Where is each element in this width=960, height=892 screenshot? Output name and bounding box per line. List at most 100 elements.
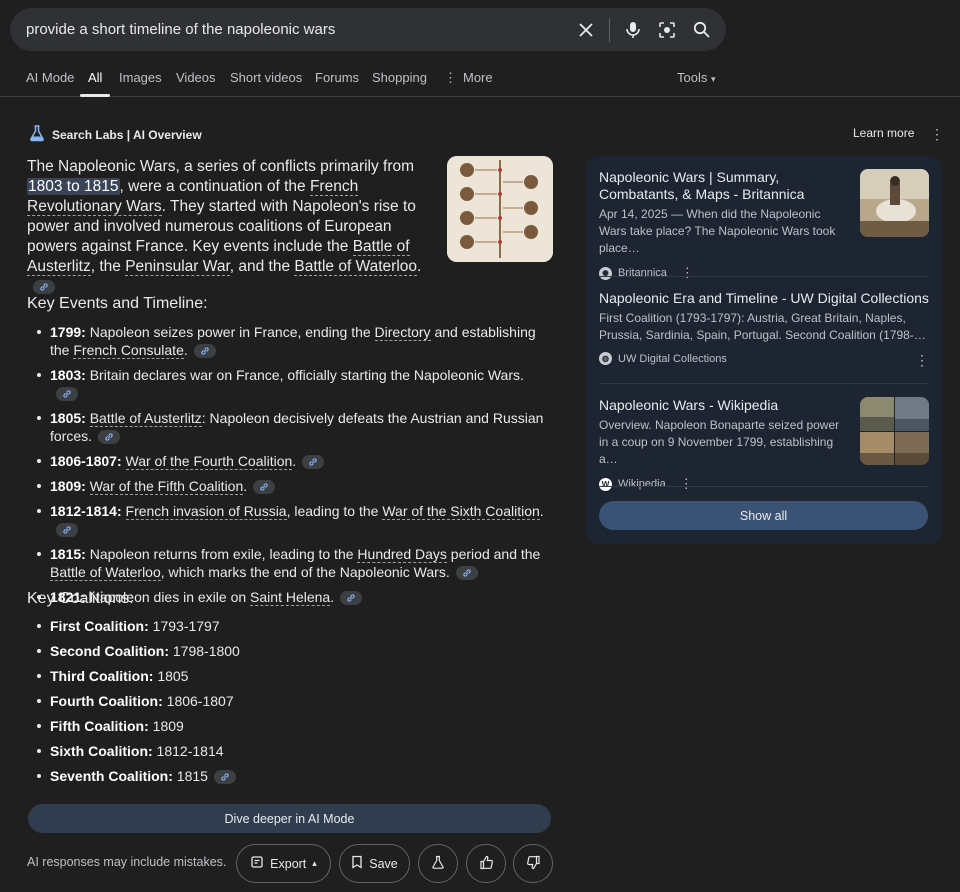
link-peninsular-war[interactable]: Peninsular War: [125, 258, 230, 276]
timeline-infographic-thumbnail[interactable]: [447, 156, 553, 262]
source-link-chip[interactable]: [253, 480, 276, 495]
link-invasion-of-russia[interactable]: French invasion of Russia: [125, 503, 287, 520]
source-card-britannica[interactable]: Napoleonic Wars | Summary, Combatants, &…: [599, 169, 849, 281]
britannica-favicon-icon: ✺: [599, 266, 612, 280]
link-icon: [40, 283, 48, 291]
coalition-years: 1815: [172, 768, 208, 784]
source-snippet: First Coalition (1793-1797): Austria, Gr…: [599, 311, 926, 342]
link-sixth-coalition[interactable]: War of the Sixth Coalition: [382, 503, 540, 520]
tab-ai-mode[interactable]: AI Mode: [26, 70, 74, 85]
event-year: 1809:: [50, 478, 86, 494]
source-link-chip[interactable]: [340, 591, 363, 606]
search-input[interactable]: provide a short timeline of the napoleon…: [26, 21, 569, 38]
tools-button[interactable]: Tools ▾: [677, 70, 716, 85]
source-options-icon[interactable]: ⋮: [681, 265, 694, 281]
source-card-wikipedia[interactable]: Napoleonic Wars - Wikipedia Overview. Na…: [599, 397, 849, 492]
intro-text: , were a continuation of the: [119, 178, 310, 195]
event-text: .: [330, 589, 335, 605]
event-text: , which marks the end of the Napoleonic …: [160, 564, 450, 580]
search-tabs: AI Mode All Images Videos Short videos F…: [0, 62, 960, 97]
event-year: 1803:: [50, 367, 86, 383]
event-year: 1805:: [50, 410, 86, 426]
dive-deeper-button[interactable]: Dive deeper in AI Mode: [28, 804, 551, 833]
event-year: 1815:: [50, 546, 86, 562]
britannica-thumbnail[interactable]: [860, 169, 929, 237]
export-button[interactable]: Export ▴: [236, 844, 331, 883]
wikipedia-thumbnail[interactable]: [860, 397, 929, 465]
labs-button[interactable]: [418, 844, 458, 883]
caret-up-icon: ▴: [312, 858, 317, 868]
source-link-chip[interactable]: [98, 430, 121, 445]
source-link-chip[interactable]: [302, 455, 325, 470]
source-site-name: UW Digital Collections: [618, 352, 727, 365]
intro-text: The Napoleonic Wars, a series of conflic…: [27, 158, 415, 175]
tab-shopping[interactable]: Shopping: [372, 70, 427, 85]
lens-icon[interactable]: [650, 13, 684, 47]
source-site: ✺ Britannica ⋮: [599, 265, 849, 281]
clear-icon[interactable]: [569, 13, 603, 47]
tab-more-label: More: [463, 70, 493, 85]
save-button[interactable]: Save: [339, 844, 410, 883]
coalition-name: Sixth Coalition:: [50, 743, 153, 759]
source-link-chip[interactable]: [56, 387, 78, 402]
thumbs-up-button[interactable]: [466, 844, 506, 883]
source-divider: [599, 276, 929, 277]
source-site-name: Britannica: [618, 267, 667, 279]
link-saint-helena[interactable]: Saint Helena: [250, 589, 331, 606]
search-icon[interactable]: [684, 13, 718, 47]
learn-more-link[interactable]: Learn more: [853, 126, 914, 140]
coalitions-list: First Coalition: 1793-1797 Second Coalit…: [37, 617, 550, 792]
disclaimer: AI responses may include mistakes.: [27, 855, 227, 869]
event-text: .: [183, 342, 188, 358]
source-title[interactable]: Napoleonic Wars - Wikipedia: [599, 397, 849, 414]
events-heading: Key Events and Timeline:: [27, 295, 208, 312]
source-title[interactable]: Napoleonic Wars | Summary, Combatants, &…: [599, 169, 849, 203]
source-link-chip[interactable]: [455, 566, 478, 581]
coalition-name: Second Coalition:: [50, 643, 169, 659]
tab-videos[interactable]: Videos: [176, 70, 216, 85]
source-card-uw[interactable]: Napoleonic Era and Timeline - UW Digital…: [599, 290, 929, 365]
link-fifth-coalition[interactable]: War of the Fifth Coalition: [89, 478, 244, 495]
source-link-chip[interactable]: [33, 279, 55, 294]
tab-all[interactable]: All: [88, 70, 102, 85]
show-all-button[interactable]: Show all: [599, 501, 928, 530]
coalition-item: Fifth Coalition: 1809: [37, 717, 550, 735]
intro-text: , the: [90, 258, 126, 275]
coalition-item: Fourth Coalition: 1806-1807: [37, 692, 550, 710]
link-battle-of-waterloo[interactable]: Battle of Waterloo: [50, 564, 161, 581]
link-battle-of-waterloo[interactable]: Battle of Waterloo: [294, 258, 418, 276]
search-bar[interactable]: provide a short timeline of the napoleon…: [10, 8, 726, 51]
overview-options-icon[interactable]: ⋮: [930, 127, 944, 141]
source-options-icon[interactable]: ⋮: [915, 353, 929, 367]
event-text: .: [292, 453, 297, 469]
flask-icon: [431, 855, 445, 872]
event-item: 1803: Britain declares war on France, of…: [37, 366, 550, 402]
event-item: 1805: Battle of Austerlitz: Napoleon dec…: [37, 409, 550, 445]
link-hundred-days[interactable]: Hundred Days: [357, 546, 447, 563]
thumbs-down-button[interactable]: [513, 844, 553, 883]
source-options-icon[interactable]: ⋮: [680, 476, 693, 492]
link-icon: [221, 773, 229, 781]
date-range-highlight: 1803 to 1815: [27, 178, 120, 195]
tab-images[interactable]: Images: [119, 70, 162, 85]
event-text: period and the: [446, 546, 541, 562]
source-link-chip[interactable]: [193, 344, 216, 359]
link-icon: [201, 347, 209, 355]
tab-forums[interactable]: Forums: [315, 70, 359, 85]
coalition-years: 1805: [153, 668, 189, 684]
tab-short-videos[interactable]: Short videos: [230, 70, 302, 85]
link-fourth-coalition[interactable]: War of the Fourth Coalition: [125, 453, 293, 470]
source-link-chip[interactable]: [56, 523, 78, 538]
event-item: 1806-1807: War of the Fourth Coalition.: [37, 452, 550, 470]
link-icon: [260, 483, 268, 491]
link-french-consulate[interactable]: French Consulate: [73, 342, 184, 359]
source-link-chip[interactable]: [213, 770, 236, 785]
event-item: 1799: Napoleon seizes power in France, e…: [37, 323, 550, 359]
mic-icon[interactable]: [616, 13, 650, 47]
coalition-item: Seventh Coalition: 1815: [37, 767, 550, 785]
link-directory[interactable]: Directory: [374, 324, 431, 341]
link-battle-of-austerlitz[interactable]: Battle of Austerlitz: [89, 410, 202, 427]
link-icon: [63, 526, 71, 534]
tab-more[interactable]: ⋮ More: [444, 70, 493, 86]
source-title[interactable]: Napoleonic Era and Timeline - UW Digital…: [599, 290, 929, 307]
